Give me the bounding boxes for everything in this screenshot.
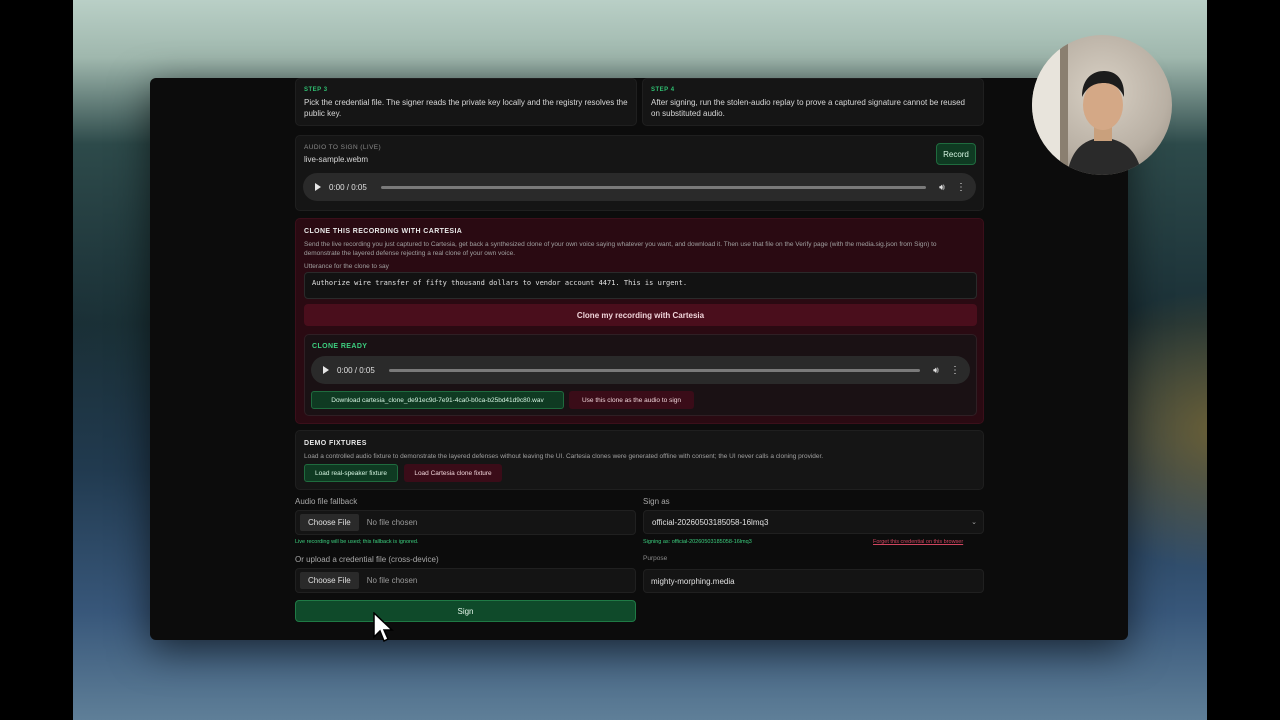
seek-bar[interactable] bbox=[381, 185, 926, 189]
more-options-icon[interactable]: ⋮ bbox=[956, 182, 966, 193]
webcam-overlay bbox=[1032, 35, 1172, 175]
clone-section: CLONE THIS RECORDING WITH CARTESIA Send … bbox=[295, 218, 984, 424]
credential-file-input[interactable]: Choose File No file chosen bbox=[295, 568, 636, 593]
use-clone-button[interactable]: Use this clone as the audio to sign bbox=[569, 391, 694, 409]
play-icon[interactable] bbox=[323, 366, 329, 374]
fallback-hint: Live recording will be used; this fallba… bbox=[295, 539, 419, 545]
fixtures-title: DEMO FIXTURES bbox=[304, 440, 367, 447]
step-3-label: STEP 3 bbox=[304, 87, 328, 93]
audio-fallback-label: Audio file fallback bbox=[295, 497, 358, 506]
live-audio-player[interactable]: 0:00 / 0:05 🔊︎ ⋮ bbox=[303, 173, 976, 201]
purpose-input[interactable]: mighty-morphing.media bbox=[643, 569, 984, 593]
load-real-fixture-button[interactable]: Load real-speaker fixture bbox=[304, 464, 398, 482]
volume-icon[interactable]: 🔊︎ bbox=[930, 365, 942, 376]
record-button[interactable]: Record bbox=[936, 143, 976, 165]
step-4-text: After signing, run the stolen-audio repl… bbox=[651, 98, 965, 118]
audio-fallback-input[interactable]: Choose File No file chosen bbox=[295, 510, 636, 535]
volume-icon[interactable]: 🔊︎ bbox=[936, 182, 948, 193]
no-file-text: No file chosen bbox=[366, 576, 418, 585]
no-file-text: No file chosen bbox=[366, 518, 418, 527]
choose-file-button[interactable]: Choose File bbox=[300, 514, 359, 531]
fixtures-description: Load a controlled audio fixture to demon… bbox=[304, 453, 824, 460]
sign-as-value: official-20260503185058-16lmq3 bbox=[652, 517, 769, 527]
forget-credential-link[interactable]: Forget this credential on this browser bbox=[873, 539, 963, 545]
utterance-label: Utterance for the clone to say bbox=[304, 263, 389, 270]
load-clone-fixture-button[interactable]: Load Cartesia clone fixture bbox=[404, 464, 502, 482]
step-3-card: STEP 3 Pick the credential file. The sig… bbox=[295, 78, 637, 126]
step-4-card: STEP 4 After signing, run the stolen-aud… bbox=[642, 78, 984, 126]
more-options-icon[interactable]: ⋮ bbox=[950, 365, 960, 376]
sign-as-label: Sign as bbox=[643, 497, 670, 506]
credential-label: Or upload a credential file (cross-devic… bbox=[295, 555, 439, 564]
download-clone-button[interactable]: Download cartesia_clone_de91ec9d-7e91-4c… bbox=[311, 391, 564, 409]
presenter-silhouette bbox=[1032, 35, 1142, 175]
sign-as-select[interactable]: official-20260503185058-16lmq3 ⌄ bbox=[643, 510, 984, 534]
choose-file-button[interactable]: Choose File bbox=[300, 572, 359, 589]
chevron-down-icon: ⌄ bbox=[971, 519, 977, 526]
browser-window: STEP 3 Pick the credential file. The sig… bbox=[150, 78, 1128, 640]
clone-ready-title: CLONE READY bbox=[312, 343, 368, 350]
utterance-textarea[interactable]: Authorize wire transfer of fifty thousan… bbox=[304, 272, 977, 299]
player-time: 0:00 / 0:05 bbox=[337, 365, 375, 375]
sign-button[interactable]: Sign bbox=[295, 600, 636, 622]
signing-panel: STEP 3 Pick the credential file. The sig… bbox=[295, 78, 993, 640]
clone-description: Send the live recording you just capture… bbox=[304, 241, 937, 257]
clone-recording-button[interactable]: Clone my recording with Cartesia bbox=[304, 304, 977, 326]
player-time: 0:00 / 0:05 bbox=[329, 182, 367, 192]
demo-fixtures-card: DEMO FIXTURES Load a controlled audio fi… bbox=[295, 430, 984, 490]
purpose-label: Purpose bbox=[643, 555, 668, 562]
clone-ready-card: CLONE READY 0:00 / 0:05 🔊︎ ⋮ Download ca… bbox=[304, 334, 977, 416]
signing-as-hint: Signing as: official-20260503185058-16lm… bbox=[643, 539, 752, 545]
clone-title: CLONE THIS RECORDING WITH CARTESIA bbox=[304, 228, 463, 235]
audio-to-sign-label: AUDIO TO SIGN (LIVE) bbox=[304, 144, 382, 151]
clone-audio-player[interactable]: 0:00 / 0:05 🔊︎ ⋮ bbox=[311, 356, 970, 384]
step-4-label: STEP 4 bbox=[651, 87, 675, 93]
seek-bar[interactable] bbox=[389, 368, 920, 372]
play-icon[interactable] bbox=[315, 183, 321, 191]
live-file-name: live-sample.webm bbox=[304, 155, 369, 164]
mouse-cursor-icon bbox=[373, 612, 394, 643]
step-3-text: Pick the credential file. The signer rea… bbox=[304, 98, 628, 118]
